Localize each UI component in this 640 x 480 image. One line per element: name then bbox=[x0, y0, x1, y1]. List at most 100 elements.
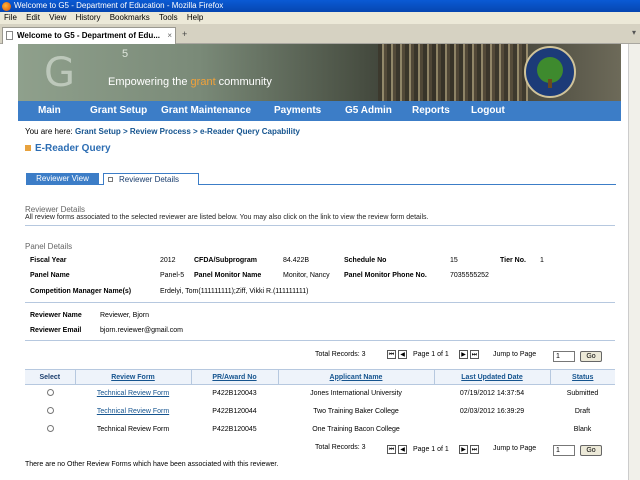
nav-g5-admin[interactable]: G5 Admin bbox=[345, 105, 392, 116]
col-award[interactable]: PR/Award No bbox=[190, 369, 278, 385]
next-page-icon[interactable]: ▶ bbox=[459, 350, 468, 359]
nav-reports[interactable]: Reports bbox=[412, 105, 450, 116]
prev-page-icon[interactable]: ◀ bbox=[398, 350, 407, 359]
close-icon[interactable]: × bbox=[167, 28, 172, 43]
nav-logout[interactable]: Logout bbox=[471, 105, 505, 116]
jump-page-input[interactable]: 1 bbox=[553, 351, 575, 362]
cfda-label: CFDA/Subprogram bbox=[194, 257, 257, 264]
menu-history[interactable]: History bbox=[76, 13, 101, 22]
breadcrumb: You are here: Grant Setup > Review Proce… bbox=[25, 127, 300, 136]
jump-label: Jump to Page bbox=[493, 351, 537, 358]
menu-help[interactable]: Help bbox=[187, 13, 203, 22]
row-select-radio[interactable] bbox=[46, 389, 54, 397]
new-tab-icon[interactable]: + bbox=[182, 29, 187, 39]
tab-icon bbox=[108, 177, 113, 182]
page-info: Page 1 of 1 bbox=[413, 351, 449, 358]
col-applicant[interactable]: Applicant Name bbox=[277, 369, 434, 385]
jump-label-bottom: Jump to Page bbox=[493, 445, 537, 452]
status-cell: Submitted bbox=[566, 390, 599, 398]
review-form-link[interactable]: Technical Review Form bbox=[97, 408, 169, 415]
tab-reviewer-details[interactable]: Reviewer Details bbox=[103, 173, 199, 185]
status-cell: Draft bbox=[574, 408, 591, 415]
window-titlebar: Welcome to G5 - Department of Education … bbox=[0, 0, 640, 12]
browser-tab-title: Welcome to G5 - Department of Edu... bbox=[17, 31, 160, 40]
monitor-name-label: Panel Monitor Name bbox=[194, 272, 262, 279]
nav-main[interactable]: Main bbox=[38, 105, 61, 116]
menu-view[interactable]: View bbox=[49, 13, 66, 22]
menu-bar: File Edit View History Bookmarks Tools H… bbox=[0, 12, 640, 24]
next-page-icon[interactable]: ▶ bbox=[459, 445, 468, 454]
col-updated[interactable]: Last Updated Date bbox=[433, 369, 550, 385]
total-records: Total Records: 3 bbox=[315, 351, 366, 358]
schedule-label: Schedule No bbox=[344, 257, 387, 264]
tier-value: 1 bbox=[540, 257, 544, 264]
nav-grant-maintenance[interactable]: Grant Maintenance bbox=[161, 105, 251, 116]
status-cell: Blank bbox=[573, 426, 592, 433]
comp-mgr-label: Competition Manager Name(s) bbox=[30, 288, 132, 295]
reviewer-name-value: Reviewer, Bjorn bbox=[100, 312, 150, 319]
menu-tools[interactable]: Tools bbox=[159, 13, 178, 22]
total-records-bottom: Total Records: 3 bbox=[315, 444, 366, 451]
award-cell: P422B120045 bbox=[212, 426, 257, 433]
site-banner: G 5 Empowering the grant community bbox=[18, 44, 621, 101]
jump-page-input-bottom[interactable]: 1 bbox=[553, 445, 575, 456]
row-select-radio[interactable] bbox=[46, 407, 54, 414]
last-page-icon[interactable]: ⏭ bbox=[470, 350, 479, 359]
prev-page-icon[interactable]: ◀ bbox=[398, 445, 407, 454]
menu-file[interactable]: File bbox=[4, 13, 17, 22]
table-row: Technical Review Form P422B120044 Two Tr… bbox=[25, 403, 615, 421]
table-row: Technical Review Form P422B120043 Jones … bbox=[25, 385, 615, 403]
reviewer-details-title: Reviewer Details bbox=[25, 205, 86, 214]
footnote: There are no Other Review Forms which ha… bbox=[25, 461, 279, 468]
vertical-scrollbar[interactable] bbox=[628, 44, 640, 480]
bullet-icon bbox=[25, 145, 31, 152]
divider bbox=[25, 302, 615, 303]
nav-grant-setup[interactable]: Grant Setup bbox=[90, 105, 147, 116]
col-status[interactable]: Status bbox=[549, 369, 615, 385]
divider bbox=[25, 340, 615, 341]
go-button-bottom[interactable]: Go bbox=[580, 445, 602, 456]
reviewer-details-desc: All review forms associated to the selec… bbox=[25, 214, 429, 221]
fiscal-year-label: Fiscal Year bbox=[30, 257, 67, 264]
firefox-icon bbox=[2, 2, 11, 11]
reviewer-email-value: bjorn.reviewer@gmail.com bbox=[100, 327, 183, 334]
cfda-value: 84.422B bbox=[283, 257, 310, 264]
main-nav: Main Grant Setup Grant Maintenance Payme… bbox=[18, 101, 621, 121]
first-page-icon[interactable]: ⏮ bbox=[387, 445, 396, 454]
breadcrumb-review-process[interactable]: Review Process bbox=[130, 127, 191, 136]
panel-details-title: Panel Details bbox=[25, 242, 73, 251]
applicant-cell: Jones International University bbox=[310, 390, 402, 398]
page-title: E-Reader Query bbox=[25, 143, 111, 154]
col-review-form[interactable]: Review Form bbox=[74, 369, 191, 385]
review-form-link[interactable]: Technical Review Form bbox=[97, 390, 169, 397]
monitor-phone-value: 7035555252 bbox=[450, 272, 489, 279]
monitor-phone-label: Panel Monitor Phone No. bbox=[344, 272, 427, 279]
updated-cell bbox=[434, 421, 550, 439]
row-select-radio[interactable] bbox=[46, 425, 54, 432]
schedule-value: 15 bbox=[450, 257, 458, 264]
panel-name-value: Panel-5 bbox=[160, 272, 185, 279]
first-page-icon[interactable]: ⏮ bbox=[387, 350, 396, 359]
g5-logo-sup: 5 bbox=[122, 48, 129, 60]
updated-cell: 07/19/2012 14:37:54 bbox=[459, 390, 525, 398]
review-form-text: Technical Review Form bbox=[96, 426, 170, 433]
applicant-cell: Two Training Baker College bbox=[313, 408, 399, 415]
tab-list-icon[interactable]: ▾ bbox=[632, 28, 636, 37]
go-button[interactable]: Go bbox=[580, 351, 602, 362]
window-title: Welcome to G5 - Department of Education … bbox=[14, 1, 224, 10]
tier-label: Tier No. bbox=[500, 257, 526, 264]
breadcrumb-grant-setup[interactable]: Grant Setup bbox=[75, 127, 121, 136]
award-cell: P422B120043 bbox=[212, 390, 257, 398]
page-icon bbox=[6, 31, 13, 40]
menu-bookmarks[interactable]: Bookmarks bbox=[110, 13, 150, 22]
applicant-cell: One Training Bacon College bbox=[312, 426, 400, 433]
nav-payments[interactable]: Payments bbox=[274, 105, 321, 116]
panel-name-label: Panel Name bbox=[30, 272, 70, 279]
divider bbox=[25, 225, 615, 226]
browser-tab[interactable]: Welcome to G5 - Department of Edu... × bbox=[2, 27, 176, 44]
last-page-icon[interactable]: ⏭ bbox=[470, 445, 479, 454]
department-seal-icon bbox=[524, 46, 576, 98]
tab-reviewer-view[interactable]: Reviewer View bbox=[26, 173, 99, 185]
table-row: Technical Review Form P422B120045 One Tr… bbox=[25, 421, 615, 439]
menu-edit[interactable]: Edit bbox=[26, 13, 40, 22]
